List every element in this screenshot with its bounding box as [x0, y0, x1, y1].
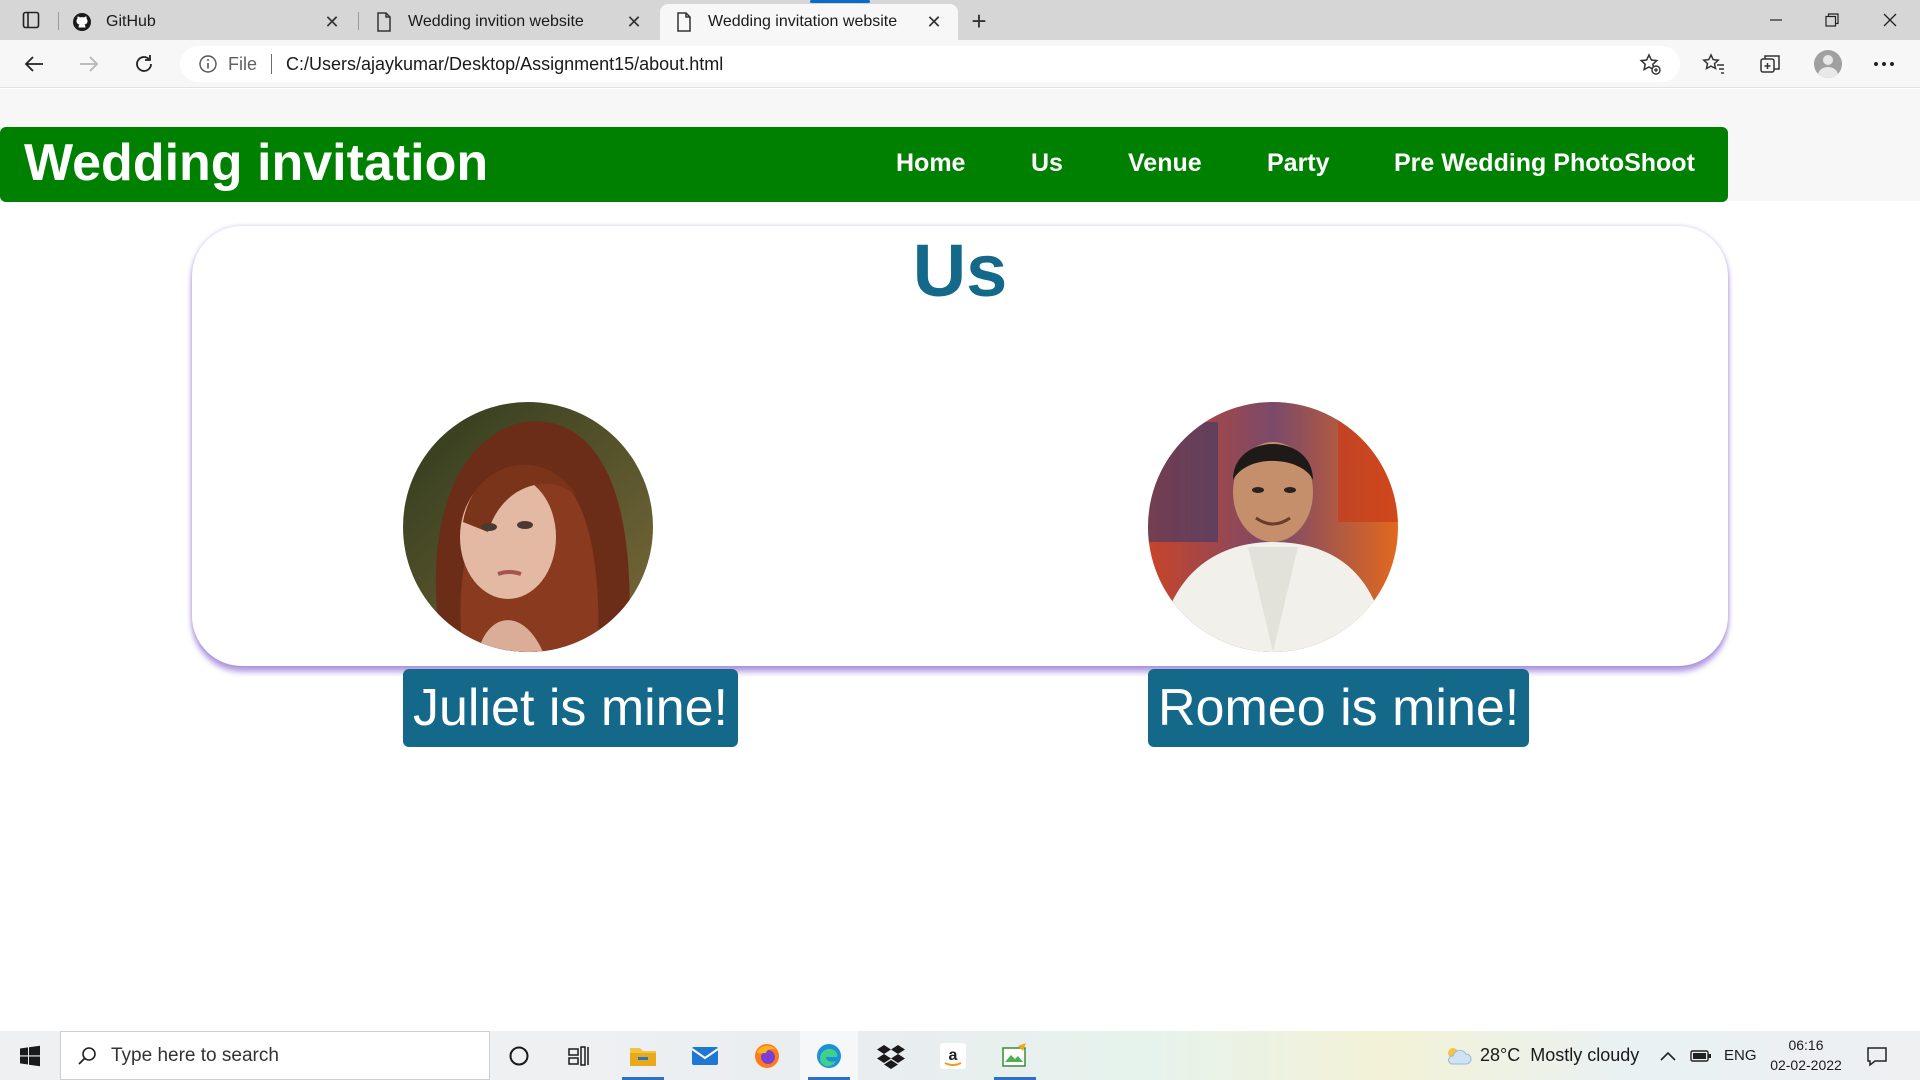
close-tab-icon[interactable]: ✕ — [322, 12, 342, 32]
nav-party-link[interactable]: Party — [1267, 149, 1330, 178]
collections-button[interactable] — [1752, 48, 1788, 80]
browser-tab-bar: GitHub ✕ Wedding invition website ✕ Wedd… — [0, 0, 1920, 40]
notifications-button[interactable] — [1866, 1031, 1888, 1080]
us-card: Us Juliet is mine! Romeo is mine! — [192, 226, 1728, 747]
firefox-button[interactable] — [738, 1031, 796, 1080]
cortana-circle-icon — [509, 1046, 529, 1065]
nav-us-link[interactable]: Us — [1031, 149, 1063, 178]
chevron-up-icon — [1660, 1051, 1676, 1061]
section-title: Us — [912, 229, 1008, 312]
tab-title: Wedding invitation website — [708, 13, 898, 30]
clock-date: 02-02-2022 — [1770, 1057, 1842, 1073]
back-button[interactable] — [16, 48, 52, 80]
romeo-caption: Romeo is mine! — [1148, 669, 1530, 747]
scheme-label: File — [228, 53, 258, 74]
browser-toolbar: File C:/Users/ajaykumar/Desktop/Assignme… — [0, 40, 1920, 88]
start-button[interactable] — [0, 1031, 60, 1080]
minimize-icon — [1770, 19, 1782, 21]
battery-status[interactable] — [1690, 1031, 1712, 1080]
edge-icon — [817, 1043, 841, 1068]
page-viewport: Wedding invitation Home Us Venue Party P… — [0, 89, 1920, 1031]
weather-description: Mostly cloudy — [1530, 1045, 1640, 1065]
address-divider — [271, 54, 273, 74]
svg-text:a: a — [949, 1047, 958, 1064]
profile-button[interactable] — [1810, 48, 1846, 80]
tab-actions-button[interactable] — [12, 8, 50, 32]
collections-icon — [1760, 55, 1780, 73]
url-text[interactable]: C:/Users/ajaykumar/Desktop/Assignment15/… — [286, 54, 723, 75]
info-icon[interactable] — [198, 54, 218, 74]
nav-venue-link[interactable]: Venue — [1128, 149, 1202, 178]
profile-avatar-icon — [1814, 50, 1842, 78]
battery-icon — [1690, 1049, 1711, 1062]
clock-time: 06:16 — [1788, 1037, 1824, 1053]
weather-widget[interactable]: 28°C Mostly cloudy — [1444, 1031, 1639, 1080]
back-arrow-icon — [24, 56, 43, 72]
tab-wedding-invition[interactable]: Wedding invition website ✕ — [360, 4, 658, 40]
refresh-button[interactable] — [126, 48, 162, 80]
file-explorer-button[interactable] — [614, 1031, 672, 1080]
tab-wedding-invitation-active[interactable]: Wedding invitation website ✕ — [660, 0, 958, 40]
page-icon — [374, 12, 394, 32]
refresh-icon — [136, 55, 152, 72]
close-window-button[interactable] — [1862, 0, 1918, 40]
cortana-button[interactable] — [490, 1031, 548, 1080]
show-hidden-icons-button[interactable] — [1660, 1031, 1676, 1080]
dropbox-icon — [877, 1044, 905, 1069]
nav-prewedding-photoshoot-link[interactable]: Pre Wedding PhotoShoot — [1394, 149, 1695, 178]
paint-app-button[interactable] — [986, 1031, 1044, 1080]
site-header: Wedding invitation Home Us Venue Party P… — [0, 127, 1728, 202]
tab-github[interactable]: GitHub ✕ — [58, 4, 356, 40]
mail-icon — [691, 1046, 719, 1065]
settings-more-button[interactable] — [1866, 48, 1902, 80]
tab-divider — [358, 12, 359, 30]
search-icon — [78, 1046, 96, 1065]
github-icon — [72, 12, 92, 32]
romeo-photo — [1148, 402, 1398, 652]
weather-temperature: 28°C — [1480, 1045, 1521, 1065]
juliet-photo — [403, 402, 653, 652]
amazon-button[interactable]: a — [924, 1031, 982, 1080]
firefox-icon — [755, 1043, 779, 1068]
amazon-icon: a — [940, 1042, 966, 1069]
cloudy-weather-icon — [1448, 1047, 1472, 1064]
file-explorer-icon — [630, 1047, 656, 1066]
juliet-caption: Juliet is mine! — [403, 669, 738, 747]
edge-button[interactable] — [800, 1031, 858, 1080]
close-tab-icon[interactable]: ✕ — [924, 12, 944, 32]
paint-app-icon — [1002, 1042, 1026, 1067]
input-language-indicator[interactable]: ENG — [1724, 1031, 1757, 1080]
mail-button[interactable] — [676, 1031, 734, 1080]
favorites-button[interactable] — [1696, 48, 1732, 80]
windows-taskbar: Type here to search a 28°C Mostly cloudy… — [0, 1031, 1920, 1080]
tab-title: Wedding invition website — [408, 13, 584, 30]
task-view-icon — [568, 1045, 589, 1066]
tab-title: GitHub — [106, 13, 156, 30]
site-brand: Wedding invitation — [24, 134, 489, 192]
restore-icon — [1825, 13, 1839, 27]
taskbar-search-box[interactable]: Type here to search — [60, 1031, 490, 1080]
restore-button[interactable] — [1804, 0, 1860, 40]
search-placeholder: Type here to search — [111, 1044, 279, 1066]
close-tab-icon[interactable]: ✕ — [624, 12, 644, 32]
task-view-button[interactable] — [550, 1031, 608, 1080]
new-tab-button[interactable]: + — [964, 6, 994, 36]
add-favorite-icon[interactable] — [1638, 52, 1662, 81]
address-bar[interactable]: File C:/Users/ajaykumar/Desktop/Assignme… — [180, 46, 1680, 82]
favorites-icon — [1702, 53, 1724, 74]
more-dots-icon — [1874, 62, 1894, 66]
windows-logo-icon — [20, 1045, 40, 1066]
minimize-button[interactable] — [1748, 0, 1804, 40]
notification-center-icon — [1867, 1046, 1887, 1067]
dropbox-button[interactable] — [862, 1031, 920, 1080]
forward-button[interactable] — [71, 48, 107, 80]
system-clock[interactable]: 06:16 02-02-2022 — [1764, 1035, 1848, 1075]
close-icon — [1883, 13, 1897, 27]
nav-home-link[interactable]: Home — [896, 149, 965, 178]
forward-arrow-icon — [80, 56, 99, 72]
page-icon — [674, 12, 694, 32]
tab-actions-icon — [22, 11, 40, 29]
